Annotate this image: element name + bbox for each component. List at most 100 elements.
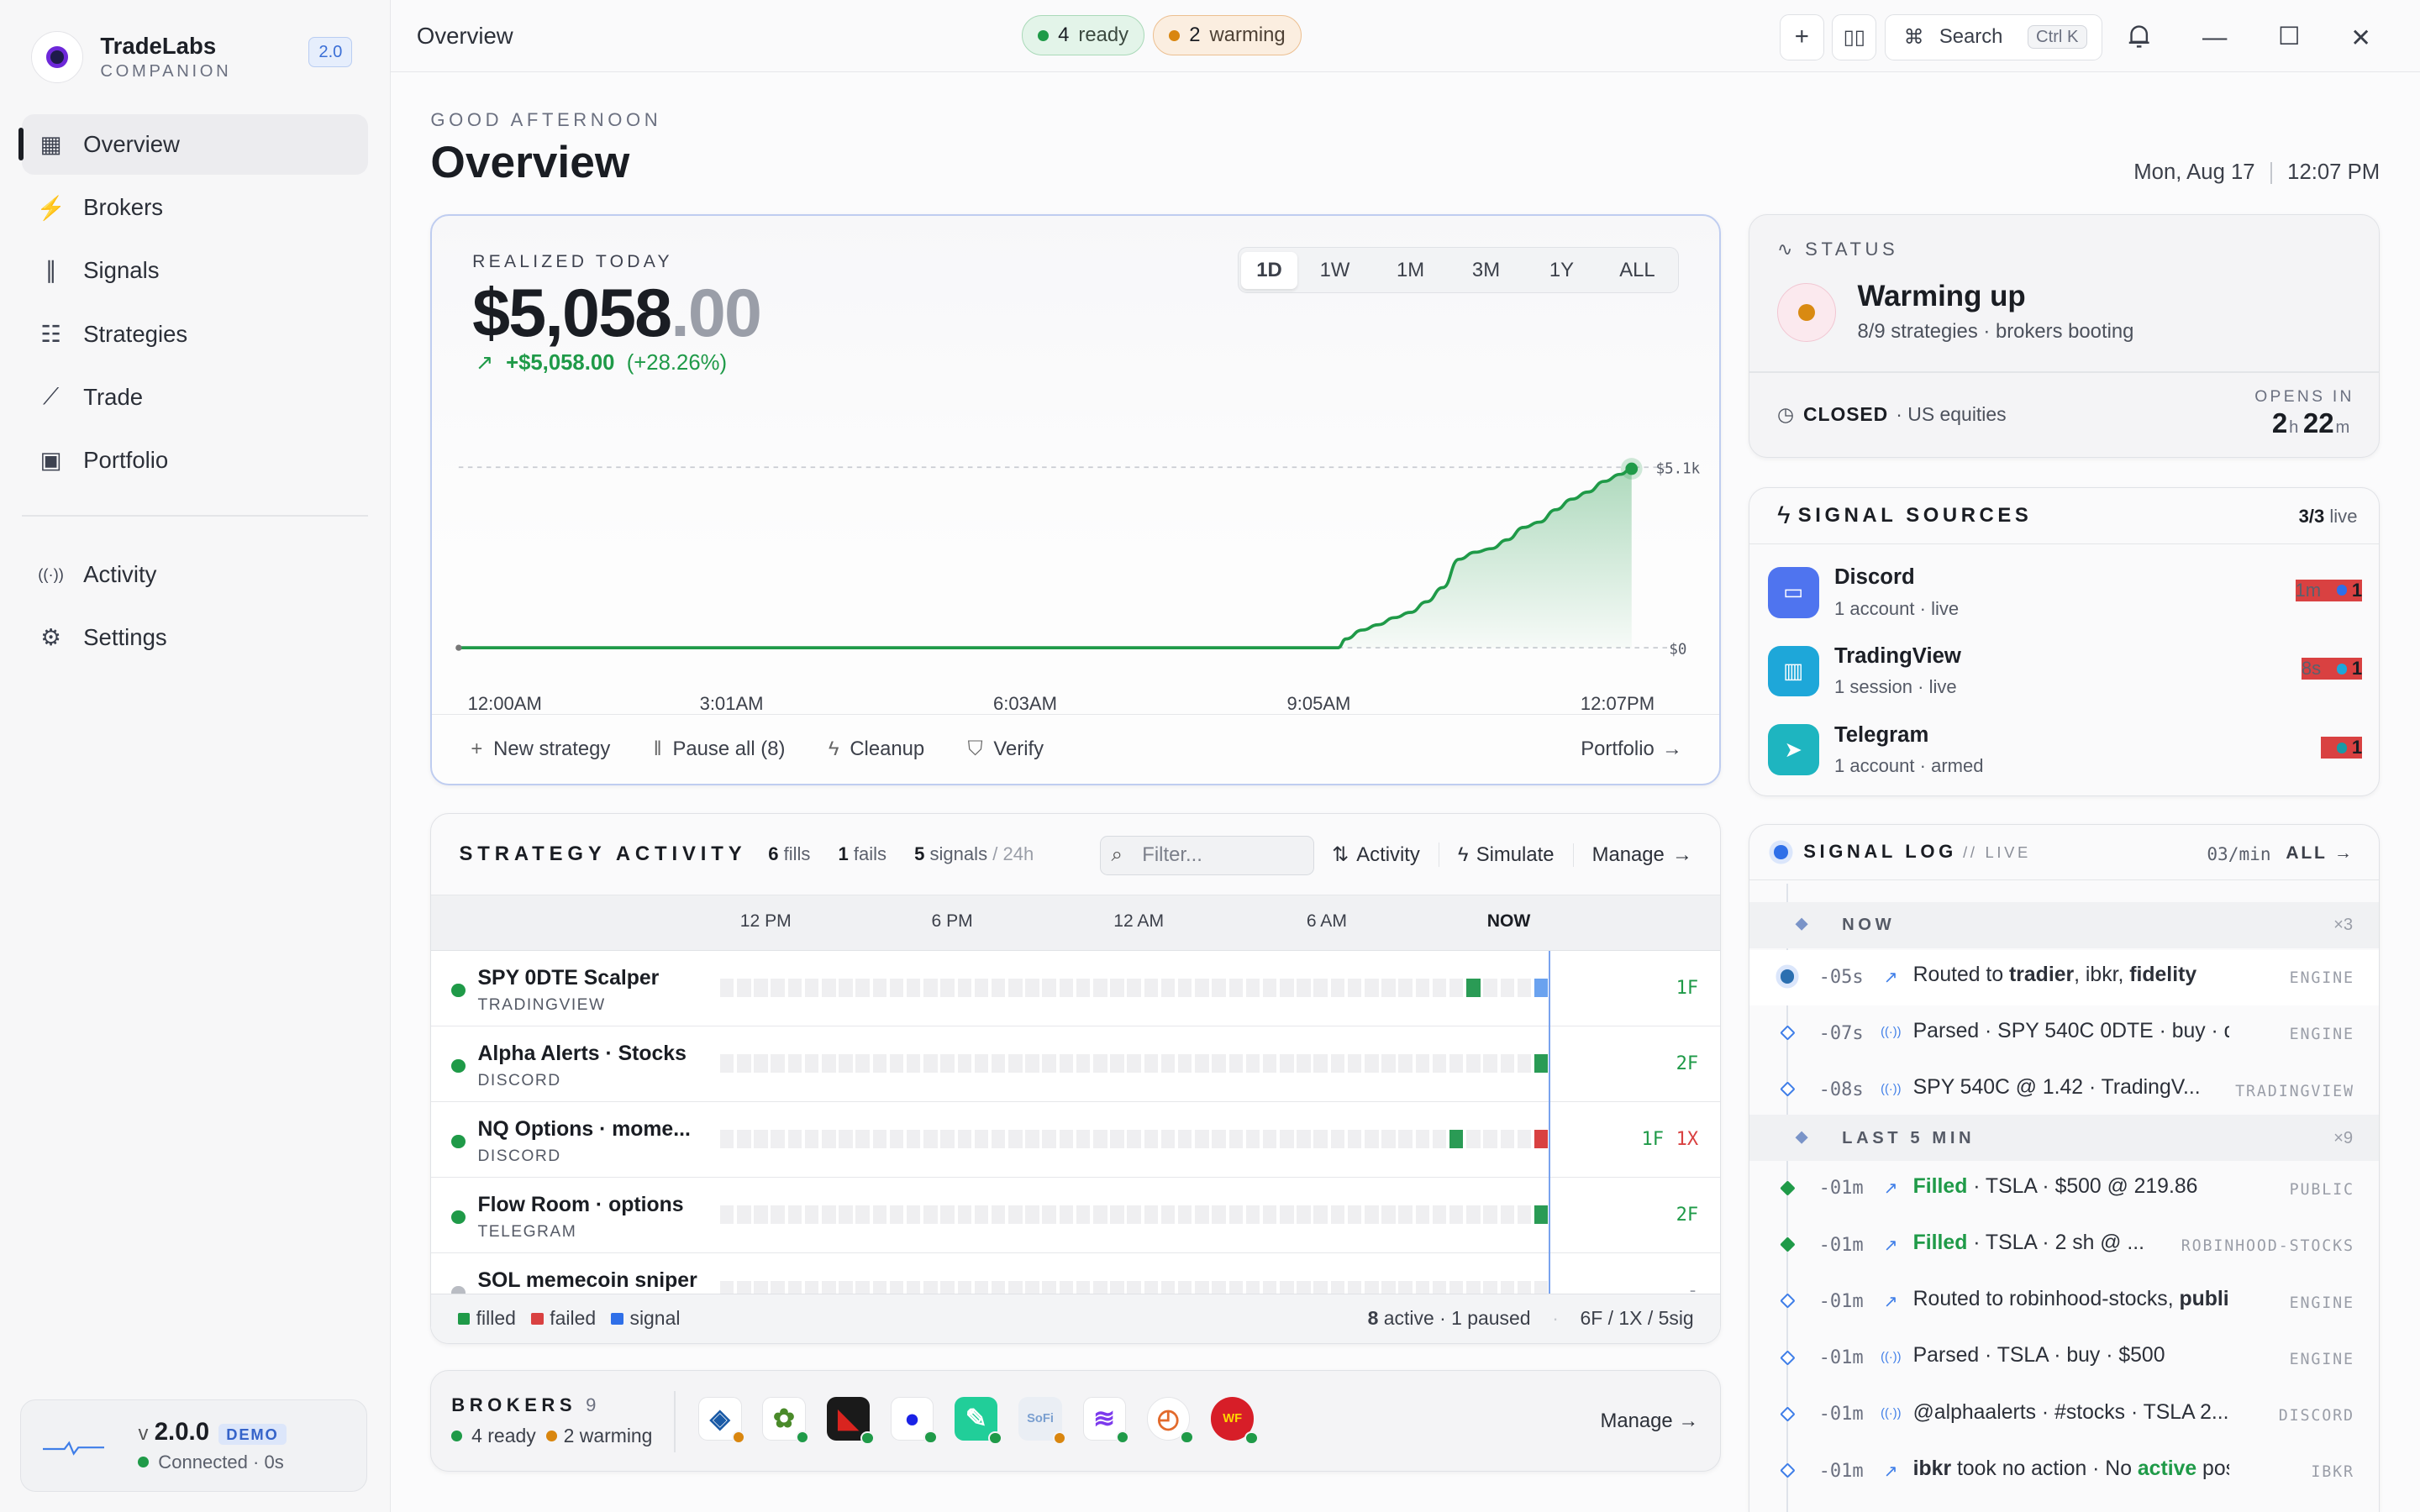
brand[interactable]: TradeLabs COMPANION 2.0 bbox=[0, 0, 390, 114]
log-entry[interactable]: -01m ↗ Filled · TSLA · 2 sh @ ... ROBINHOOD… bbox=[1749, 1217, 2379, 1273]
range-1y[interactable]: 1Y bbox=[1524, 252, 1600, 289]
nav-item-strategies[interactable]: ☷ Strategies bbox=[22, 304, 368, 365]
range-all[interactable]: ALL bbox=[1599, 252, 1675, 289]
empty-slot bbox=[1262, 1130, 1277, 1149]
nav-item-brokers[interactable]: ⚡ Brokers bbox=[22, 177, 368, 238]
new-strategy-button[interactable]: + New strategy bbox=[471, 738, 610, 761]
source-telegram[interactable]: ➤ Telegram 1 account · armed 1 bbox=[1767, 714, 2363, 779]
empty-slot bbox=[957, 1054, 972, 1074]
minimize-icon[interactable]: — bbox=[2202, 24, 2227, 52]
area-fill bbox=[458, 469, 1632, 648]
empty-slot bbox=[1228, 979, 1244, 998]
empty-slot bbox=[1483, 979, 1497, 998]
range-1d[interactable]: 1D bbox=[1241, 251, 1297, 289]
public-logo[interactable]: ● bbox=[890, 1397, 938, 1445]
ready-pill[interactable]: 4 ready bbox=[1021, 15, 1145, 56]
wells-fargo-logo-mark: WF bbox=[1223, 1411, 1243, 1425]
log-entry[interactable]: -01m ↗ Filled · TSLA · $500 @ 219.86 PUBLIC bbox=[1749, 1161, 2379, 1216]
empty-slot bbox=[1076, 1130, 1091, 1149]
log-entry[interactable]: -01m ↗ ibkr took no action · No active pos… bbox=[1749, 1443, 2379, 1499]
empty-slot bbox=[1008, 1054, 1023, 1074]
nav-item-portfolio[interactable]: ▣ Portfolio bbox=[22, 430, 368, 491]
plus-icon: + bbox=[1794, 23, 1809, 51]
chat-icon: ▭ bbox=[1767, 567, 1819, 618]
range-3m[interactable]: 3M bbox=[1449, 252, 1524, 289]
fills-label: fills bbox=[783, 843, 811, 865]
strategy-row[interactable]: SPY 0DTE Scalper TRADINGVIEW 1F bbox=[431, 951, 1720, 1027]
log-entry[interactable]: -01m ((·)) @alphaalerts · #stocks · TSLA 2… bbox=[1749, 1387, 2379, 1442]
group-marker-icon: ◆ bbox=[1796, 1126, 1808, 1145]
strategy-row[interactable]: NQ Options · mome... DISCORD 1F 1X bbox=[431, 1102, 1720, 1179]
add-button[interactable]: + bbox=[1779, 13, 1824, 60]
source-discord[interactable]: ▭ Discord 1 account · live 1m 1 bbox=[1767, 556, 2363, 621]
activity-sort-button[interactable]: ⇅ Activity bbox=[1313, 843, 1439, 868]
range-1w[interactable]: 1W bbox=[1297, 252, 1373, 289]
log-all-link[interactable]: ALL → bbox=[2286, 843, 2354, 864]
empty-slot bbox=[1517, 979, 1532, 998]
log-time: -01m bbox=[1818, 1290, 1864, 1312]
activity-event[interactable] bbox=[1534, 979, 1549, 998]
maximize-icon[interactable]: ☐ bbox=[2278, 22, 2300, 51]
strategy-source: DISCORD bbox=[477, 1071, 561, 1089]
range-1m[interactable]: 1M bbox=[1373, 252, 1449, 289]
source-tradingview[interactable]: ▥ TradingView 1 session · live 8s 1 bbox=[1767, 635, 2363, 700]
nav-item-settings[interactable]: ⚙ Settings bbox=[22, 608, 368, 669]
chase-logo[interactable]: ◈ bbox=[698, 1397, 746, 1445]
search-button[interactable]: ⌘ Search Ctrl K bbox=[1884, 13, 2102, 60]
filter-input[interactable]: ⌕ Filter... bbox=[1099, 835, 1314, 876]
log-entry[interactable]: -01m ((·)) Parsed · TSLA · buy · $500 ENGIN… bbox=[1749, 1331, 2379, 1386]
log-source-tag: ENGINE bbox=[2289, 1350, 2354, 1368]
pause-all-button[interactable]: ‖ Pause all (8) bbox=[654, 738, 786, 761]
activity-event[interactable] bbox=[1534, 1054, 1549, 1074]
warming-pill[interactable]: 2 warming bbox=[1153, 15, 1302, 56]
ibkr-logo[interactable]: ◣ bbox=[826, 1397, 875, 1446]
main-nav: ▦ Overview ⚡ Brokers ∥ Signals ☷ Strategies ⟋ Tra… bbox=[0, 113, 390, 491]
close-icon[interactable]: ✕ bbox=[2350, 24, 2371, 53]
columns-button[interactable]: ▯▯ bbox=[1832, 13, 1877, 60]
strategy-counts: 2F bbox=[1676, 1205, 1699, 1226]
fidelity-logo[interactable]: ✿ bbox=[762, 1397, 810, 1445]
strategy-row[interactable]: Flow Room · options TELEGRAM 2F bbox=[431, 1178, 1720, 1254]
empty-slot bbox=[1025, 1205, 1039, 1225]
stack-logo[interactable]: ≋ bbox=[1082, 1397, 1130, 1445]
count-badge: 2F bbox=[1676, 1053, 1699, 1074]
empty-slot bbox=[1365, 1130, 1379, 1149]
activity-event[interactable] bbox=[1466, 979, 1481, 998]
strategy-name: NQ Options · mome... bbox=[477, 1117, 691, 1141]
activity-event[interactable] bbox=[1534, 1205, 1549, 1225]
log-entry[interactable]: -07s ((·)) Parsed · SPY 540C 0DTE · buy · … bbox=[1749, 1006, 2379, 1062]
end-point[interactable] bbox=[1625, 463, 1638, 475]
robinhood-logo[interactable]: ✎ bbox=[955, 1397, 1002, 1446]
empty-slot bbox=[1381, 1130, 1396, 1149]
empty-slot bbox=[855, 1054, 870, 1074]
bell-icon[interactable] bbox=[2127, 22, 2151, 50]
strategy-name: Alpha Alerts · Stocks bbox=[477, 1042, 687, 1065]
verify-button[interactable]: ⛉ Verify bbox=[968, 738, 1044, 761]
empty-slot bbox=[1415, 979, 1430, 998]
empty-slot bbox=[787, 1130, 802, 1149]
manage-strategies-button[interactable]: Manage → bbox=[1574, 843, 1699, 867]
log-entry[interactable]: -01m ↗ Routed to robinhood-stocks, public E… bbox=[1749, 1274, 2379, 1330]
empty-slot bbox=[1228, 1205, 1244, 1225]
nav-item-trade[interactable]: ⟋ Trade bbox=[22, 367, 368, 428]
sofi-logo[interactable]: SoFi bbox=[1018, 1397, 1067, 1446]
activity-totals: 6F / 1X / 5sig bbox=[1580, 1307, 1694, 1330]
log-entry[interactable]: -05s ↗ Routed to tradier, ibkr, fidelity EN… bbox=[1749, 949, 2380, 1005]
cleanup-button[interactable]: ϟ Cleanup bbox=[829, 738, 924, 761]
wells-fargo-logo[interactable]: WF bbox=[1210, 1397, 1259, 1446]
nav-item-activity[interactable]: ((·)) Activity bbox=[22, 544, 368, 605]
broadcast-icon: ((·)) bbox=[1881, 1026, 1902, 1040]
portfolio-link[interactable]: Portfolio → bbox=[1581, 738, 1682, 761]
nav-item-signals[interactable]: ∥ Signals bbox=[22, 241, 368, 302]
simulate-button[interactable]: ϟ Simulate bbox=[1439, 843, 1574, 867]
strategy-row[interactable]: Alpha Alerts · Stocks DISCORD 2F bbox=[431, 1026, 1720, 1103]
nav-item-overview[interactable]: ▦ Overview bbox=[18, 113, 368, 175]
log-entry[interactable]: -08s ((·)) SPY 540C @ 1.42 · TradingV... TR… bbox=[1749, 1063, 2379, 1118]
connection-panel[interactable]: v 2.0.0 DEMO Connected · 0s bbox=[19, 1399, 368, 1493]
activity-event[interactable] bbox=[1449, 1130, 1464, 1149]
count-badge: 1X bbox=[1676, 1128, 1699, 1150]
tradier-logo[interactable]: ◴ bbox=[1146, 1397, 1194, 1445]
activity-event[interactable] bbox=[1534, 1130, 1549, 1149]
empty-slot bbox=[1381, 1205, 1396, 1225]
manage-brokers-button[interactable]: Manage → bbox=[1600, 1410, 1698, 1433]
